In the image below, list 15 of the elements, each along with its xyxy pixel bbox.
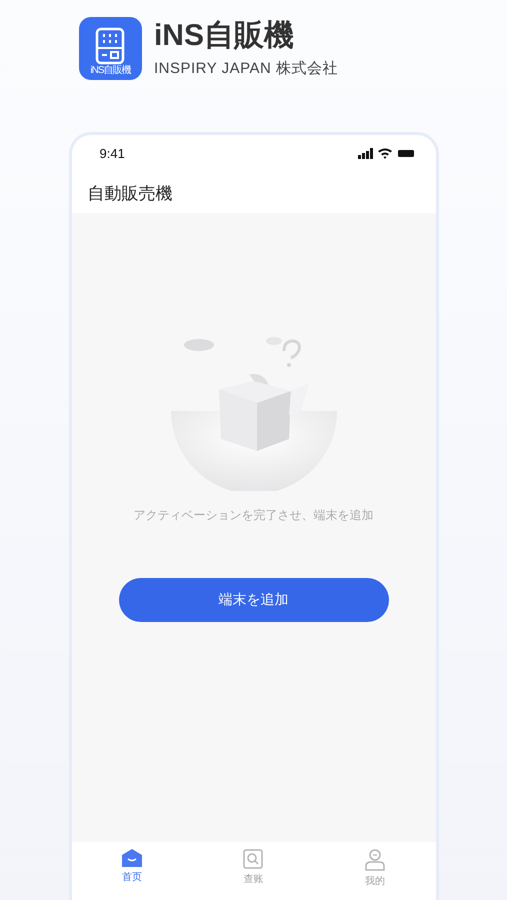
logo-caption: iNS自販機 xyxy=(90,65,131,77)
company-name: INSPIRY JAPAN 株式会社 xyxy=(154,59,338,78)
app-title: iNS自販機 xyxy=(154,19,295,53)
home-icon xyxy=(122,849,142,867)
page-title: 自動販売機 xyxy=(86,183,174,205)
tab-item[interactable]: 查账 xyxy=(192,842,314,900)
user-icon xyxy=(364,849,386,871)
status-time: 9:41 xyxy=(100,146,125,160)
vending-machine-icon xyxy=(95,27,126,65)
status-icons xyxy=(358,148,414,158)
search-icon xyxy=(243,849,264,869)
tab-item[interactable]: 我的 xyxy=(314,842,436,900)
tab-item[interactable]: 首页 xyxy=(72,842,193,900)
empty-message: アクティベーションを完了させ、端末を追加 xyxy=(134,507,374,524)
add-terminal-button[interactable]: 端末を追加 xyxy=(118,578,388,622)
